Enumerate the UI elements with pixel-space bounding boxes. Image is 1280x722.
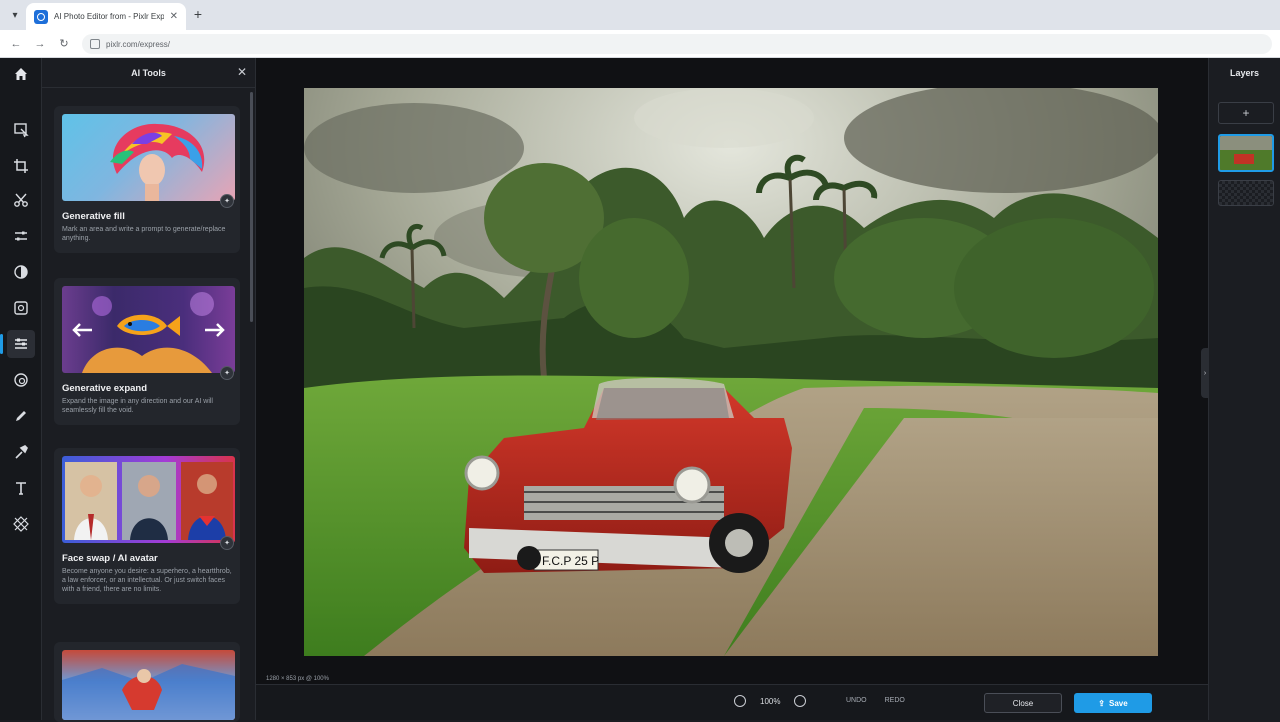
pixlr-express-app: AI Tools ✕ Generative fill Mark an area … bbox=[0, 58, 1280, 722]
history-controls: UNDO REDO bbox=[846, 697, 905, 704]
background-layer[interactable] bbox=[1218, 180, 1274, 206]
svg-text:F.C.P 25 P: F.C.P 25 P bbox=[542, 554, 599, 568]
tool-card-face-swap[interactable]: Face swap / AI avatar Become anyone you … bbox=[54, 448, 240, 604]
site-info-icon[interactable] bbox=[90, 39, 100, 49]
layers-panel: › Layers + bbox=[1201, 58, 1280, 720]
ai-tools-header: AI Tools ✕ bbox=[42, 58, 255, 88]
home-icon[interactable] bbox=[7, 60, 35, 88]
save-button[interactable]: ⇪ Save bbox=[1074, 693, 1152, 713]
pixlr-favicon-icon bbox=[34, 9, 48, 24]
face-swap-thumbnail bbox=[62, 456, 235, 543]
premium-badge-icon: ✦ bbox=[220, 366, 234, 380]
filter-icon[interactable] bbox=[7, 258, 35, 286]
draw-icon[interactable] bbox=[7, 402, 35, 430]
liquify-icon[interactable] bbox=[7, 366, 35, 394]
tool-rail bbox=[0, 58, 42, 720]
card-description: Become anyone you desire: a superhero, a… bbox=[62, 568, 232, 593]
address-bar[interactable]: pixlr.com/express/ bbox=[82, 34, 1272, 54]
ai-tools-icon[interactable] bbox=[0, 330, 35, 358]
zoom-in-icon[interactable] bbox=[794, 695, 807, 707]
panel-scrollbar[interactable] bbox=[250, 92, 253, 322]
tab-title: AI Photo Editor from - Pixlr Exp... bbox=[54, 12, 164, 21]
new-tab-icon[interactable]: + bbox=[190, 7, 206, 23]
adjust-icon[interactable] bbox=[7, 222, 35, 250]
collapse-handle-icon[interactable]: › bbox=[1201, 348, 1209, 398]
tab-close-icon[interactable]: ✕ bbox=[170, 11, 178, 22]
add-layer-button[interactable]: + bbox=[1218, 102, 1274, 124]
generative-fill-thumbnail bbox=[62, 114, 235, 201]
cutout-icon[interactable] bbox=[7, 186, 35, 214]
premium-badge-icon: ✦ bbox=[220, 536, 234, 550]
pattern-icon[interactable] bbox=[7, 510, 35, 538]
close-button[interactable]: Close bbox=[984, 693, 1062, 713]
close-panel-icon[interactable]: ✕ bbox=[237, 66, 247, 78]
zoom-out-icon[interactable] bbox=[734, 695, 746, 707]
redo-button[interactable]: REDO bbox=[885, 697, 905, 704]
tool-card-generative-expand[interactable]: Generative expand Expand the image in an… bbox=[54, 278, 240, 425]
canvas-area[interactable]: F.C.P 25 P 1280 × 853 px @ 100% bbox=[256, 58, 1208, 720]
tab-search-icon[interactable]: ▾ bbox=[6, 6, 24, 24]
layer-thumbnail[interactable] bbox=[1218, 134, 1274, 172]
text-icon[interactable] bbox=[7, 474, 35, 502]
card-title: Generative fill bbox=[62, 211, 125, 222]
bottom-toolbar: 100% UNDO REDO Close ⇪ Save bbox=[256, 684, 1208, 720]
undo-button[interactable]: UNDO bbox=[846, 697, 867, 704]
card-description: Expand the image in any direction and ou… bbox=[62, 398, 213, 414]
save-icon: ⇪ bbox=[1098, 698, 1105, 708]
tool-card-generative-fill[interactable]: Generative fill Mark an area and write a… bbox=[54, 106, 240, 253]
card-title: Generative expand bbox=[62, 383, 148, 394]
url-text: pixlr.com/express/ bbox=[106, 39, 171, 49]
effect-icon[interactable] bbox=[7, 294, 35, 322]
ai-tools-panel: AI Tools ✕ Generative fill Mark an area … bbox=[42, 58, 290, 722]
back-icon[interactable]: ← bbox=[8, 36, 24, 52]
card-title: Face swap / AI avatar bbox=[62, 553, 158, 564]
card-description: Mark an area and write a prompt to gener… bbox=[62, 226, 226, 242]
save-label: Save bbox=[1109, 698, 1128, 708]
crop-icon[interactable] bbox=[7, 152, 35, 180]
reload-icon[interactable]: ↻ bbox=[56, 36, 72, 52]
arrange-icon[interactable] bbox=[7, 116, 35, 144]
generative-expand-thumbnail bbox=[62, 286, 235, 373]
tool-card-more[interactable] bbox=[54, 642, 240, 722]
editing-photo[interactable]: F.C.P 25 P bbox=[304, 88, 1158, 656]
retouch-icon[interactable] bbox=[7, 438, 35, 466]
layers-title: Layers bbox=[1229, 68, 1260, 78]
tool-thumbnail bbox=[62, 650, 235, 720]
browser-tab[interactable]: AI Photo Editor from - Pixlr Exp... ✕ bbox=[26, 3, 186, 30]
browser-tabstrip: ▾ AI Photo Editor from - Pixlr Exp... ✕ … bbox=[0, 0, 1280, 30]
zoom-controls: 100% bbox=[734, 695, 807, 707]
zoom-level[interactable]: 100% bbox=[760, 697, 780, 706]
browser-toolbar: ← → ↻ pixlr.com/express/ bbox=[0, 30, 1280, 58]
image-size-info: 1280 × 853 px @ 100% bbox=[266, 676, 329, 682]
forward-icon[interactable]: → bbox=[32, 36, 48, 52]
premium-badge-icon: ✦ bbox=[220, 194, 234, 208]
panel-title: AI Tools bbox=[131, 67, 166, 78]
